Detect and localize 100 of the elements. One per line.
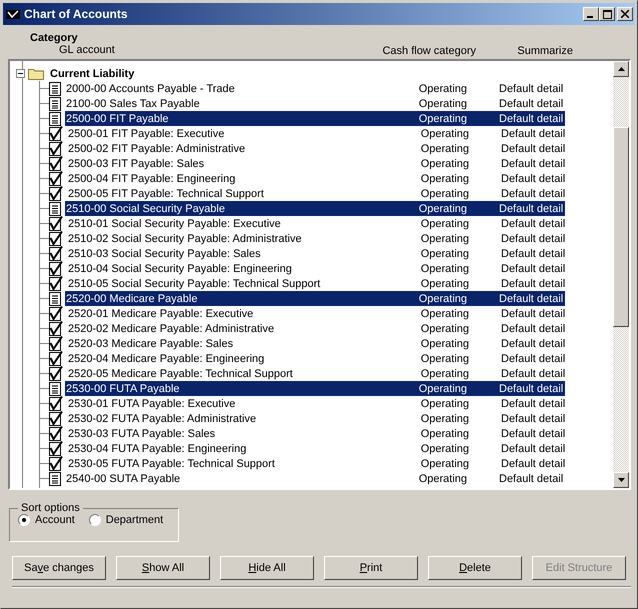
account-row[interactable]: 2520-02 Medicare Payable: Administrative Operating Default detail — [67, 321, 567, 336]
account-row[interactable]: 2530-00 FUTA Payable Operating Default detail — [65, 381, 565, 396]
checkmark-icon — [49, 141, 63, 156]
cash-flow-cell-text: Operating — [418, 382, 467, 394]
account-row[interactable]: 2500-04 FIT Payable: Engineering Operating Default detail — [67, 171, 567, 186]
scroll-down-button[interactable] — [613, 472, 629, 488]
account-name: 2530-05 FUTA Payable: Technical Support — [67, 458, 276, 470]
account-name: 2510-01 Social Security Payable: Executive — [67, 218, 282, 230]
account-row[interactable]: 2510-05 Social Security Payable: Technical Support Operating Default detail — [67, 276, 567, 291]
cash-flow-cell-text: Operating — [420, 278, 469, 290]
account-row[interactable]: 2510-01 Social Security Payable: Executive Operating Default detail — [67, 216, 567, 231]
account-row[interactable]: 2500-00 FIT Payable Operating Default detail — [65, 111, 565, 126]
account-row[interactable]: 2520-04 Medicare Payable: Engineering Operating Default detail — [67, 351, 567, 366]
scrollbar-thumb[interactable] — [613, 127, 629, 327]
checkmark-icon — [49, 276, 63, 291]
account-name: 2530-02 FUTA Payable: Administrative — [67, 412, 258, 424]
checkmark-icon — [49, 171, 63, 186]
account-name: 2500-02 FIT Payable: Administrative — [67, 142, 246, 154]
cash-flow-cell-text: Operating — [420, 158, 469, 170]
account-row[interactable]: 2510-04 Social Security Payable: Engineering Operating Default detail — [67, 261, 567, 276]
account-row[interactable]: 2530-01 FUTA Payable: Executive Operating Default detail — [67, 396, 567, 411]
close-icon — [621, 10, 629, 18]
cash-flow-cell-text: Operating — [420, 142, 469, 154]
checkmark-icon — [49, 321, 63, 336]
account-row[interactable]: 2510-03 Social Security Payable: Sales Operating Default detail — [67, 246, 567, 261]
cash-flow-cell-text: Operating — [420, 262, 469, 274]
account-row[interactable]: 2530-02 FUTA Payable: Administrative Operating Default detail — [67, 411, 567, 426]
account-name: 2500-05 FIT Payable: Technical Support — [67, 188, 265, 200]
account-row[interactable]: 2500-02 FIT Payable: Administrative Operating Default detail — [67, 141, 567, 156]
cash-flow-cell-text: Operating — [420, 322, 469, 334]
summarize-cell-text: Default detail — [501, 188, 566, 200]
summarize-cell-text: Default detail — [501, 428, 566, 440]
document-icon — [49, 96, 61, 110]
cash-flow-cell-text: Operating — [418, 202, 467, 214]
account-name: 2520-05 Medicare Payable: Technical Support — [67, 368, 294, 380]
sort-radio[interactable]: Account — [18, 514, 75, 526]
cash-flow-cell-text: Operating — [418, 82, 467, 94]
account-row[interactable]: 2510-02 Social Security Payable: Administrative Operating Default detail — [67, 231, 567, 246]
summarize-cell-text: Default detail — [501, 262, 566, 274]
summarize-cell-text: Default detail — [499, 112, 564, 124]
cash-flow-cell-text: Operating — [420, 188, 469, 200]
account-row[interactable]: 2520-05 Medicare Payable: Technical Support Operating Default detail — [67, 366, 567, 381]
document-icon — [49, 202, 61, 216]
maximize-button[interactable] — [599, 7, 615, 21]
radio-label: Department — [106, 514, 164, 526]
summarize-cell-text: Default detail — [499, 82, 564, 94]
action-button[interactable]: Hide All — [220, 556, 314, 580]
summarize-cell-text: Default detail — [501, 232, 566, 244]
summarize-cell-text: Default detail — [501, 442, 566, 454]
category-label[interactable]: Current Liability — [50, 68, 134, 80]
account-row[interactable]: 2520-01 Medicare Payable: Executive Operating Default detail — [67, 306, 567, 321]
account-row[interactable]: 2520-03 Medicare Payable: Sales Operating Default detail — [67, 336, 567, 351]
action-button[interactable]: Show All — [116, 556, 210, 580]
account-row[interactable]: 2000-00 Accounts Payable - Trade Operating Default detail — [65, 81, 565, 96]
column-header: Category — [30, 32, 78, 44]
account-row[interactable]: 2500-03 FIT Payable: Sales Operating Default detail — [67, 156, 567, 171]
radio-button[interactable] — [88, 514, 101, 526]
cash-flow-cell-text: Operating — [420, 398, 469, 410]
summarize-cell-text: Default detail — [499, 202, 564, 214]
account-name: 2510-03 Social Security Payable: Sales — [67, 248, 262, 260]
cash-flow-cell-text: Operating — [418, 98, 467, 110]
checkmark-icon — [49, 456, 63, 471]
account-name: 2520-00 Medicare Payable — [65, 292, 198, 304]
collapse-icon[interactable] — [16, 69, 25, 78]
account-name: 2520-01 Medicare Payable: Executive — [67, 308, 254, 320]
group-title: Sort options — [20, 502, 81, 514]
cash-flow-cell-text: Operating — [418, 112, 467, 124]
action-button[interactable]: Delete — [428, 556, 522, 580]
close-button[interactable] — [617, 7, 633, 21]
account-name: 2500-04 FIT Payable: Engineering — [67, 172, 236, 184]
checkmark-icon — [49, 426, 63, 441]
account-name: 2500-00 FIT Payable — [65, 112, 170, 124]
account-name: 2000-00 Accounts Payable - Trade — [65, 82, 236, 94]
account-row[interactable]: 2540-00 SUTA Payable Operating Default detail — [65, 471, 565, 486]
account-row[interactable]: 2100-00 Sales Tax Payable Operating Default detail — [65, 96, 565, 111]
radio-button[interactable] — [18, 514, 30, 526]
account-row[interactable]: 2500-05 FIT Payable: Technical Support Operating Default detail — [67, 186, 567, 201]
folder-icon — [28, 67, 44, 80]
account-row[interactable]: 2510-00 Social Security Payable Operating Default detail — [65, 201, 565, 216]
summarize-cell-text: Default detail — [499, 382, 564, 394]
account-name: 2510-05 Social Security Payable: Technical Support — [67, 278, 322, 290]
cash-flow-cell-text: Operating — [420, 458, 469, 470]
account-row[interactable]: 2530-05 FUTA Payable: Technical Support Operating Default detail — [67, 456, 567, 471]
up-arrow-icon — [618, 67, 624, 71]
vertical-scrollbar[interactable] — [613, 61, 629, 488]
account-name: 2530-04 FUTA Payable: Engineering — [67, 442, 248, 454]
account-row[interactable]: 2520-00 Medicare Payable Operating Default detail — [65, 291, 565, 306]
account-row[interactable]: 2530-04 FUTA Payable: Engineering Operating Default detail — [67, 441, 567, 456]
summarize-cell-text: Default detail — [499, 472, 564, 484]
scroll-up-button[interactable] — [613, 61, 629, 77]
checkmark-icon — [49, 231, 63, 246]
action-button[interactable]: Print — [324, 556, 418, 580]
minimize-button[interactable] — [583, 7, 599, 21]
sort-radio[interactable]: Department — [88, 514, 164, 526]
checkmark-icon — [49, 126, 63, 141]
account-row[interactable]: 2530-03 FUTA Payable: Sales Operating Default detail — [67, 426, 567, 441]
account-name: 2510-00 Social Security Payable — [65, 202, 226, 214]
checkmark-icon — [49, 351, 63, 366]
action-button[interactable]: Save changes — [12, 556, 106, 580]
account-row[interactable]: 2500-01 FIT Payable: Executive Operating Default detail — [67, 126, 567, 141]
